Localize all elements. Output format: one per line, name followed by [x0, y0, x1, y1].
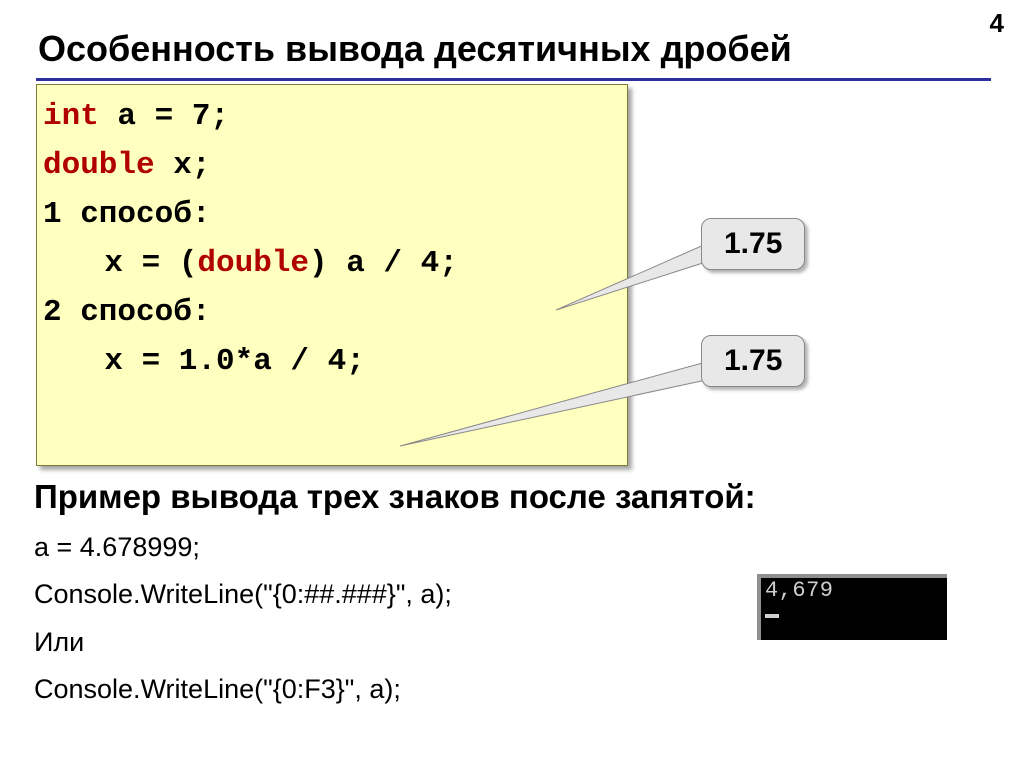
keyword-double: double — [43, 148, 155, 183]
code-line-3: 1 способ: — [43, 191, 619, 240]
example-subtitle: Пример вывода трех знаков после запятой: — [34, 478, 756, 516]
title-underline — [36, 78, 991, 81]
result-bubble-1: 1.75 — [701, 218, 805, 270]
console-cursor — [765, 614, 779, 618]
slide-title: Особенность вывода десятичных дробей — [38, 28, 792, 70]
code-text: x = ( — [104, 246, 197, 281]
code-line-4: x = (double) a / 4; — [43, 240, 619, 289]
slide: 4 Особенность вывода десятичных дробей i… — [0, 0, 1024, 767]
example-line-4: Console.WriteLine("{0:F3}", a); — [34, 666, 452, 713]
result-bubble-2: 1.75 — [701, 335, 805, 387]
code-text: a = 7; — [99, 99, 229, 134]
code-text: x = 1.0*a / 4; — [104, 344, 364, 379]
example-line-3: Или — [34, 619, 452, 666]
console-text: 4,679 — [761, 578, 947, 602]
code-text: ) a / 4; — [309, 246, 458, 281]
code-line-5: 2 способ: — [43, 289, 619, 338]
console-output: 4,679 — [757, 574, 947, 640]
code-text: x; — [155, 148, 211, 183]
code-line-6: x = 1.0*a / 4; — [43, 338, 619, 387]
keyword-int: int — [43, 99, 99, 134]
example-line-1: a = 4.678999; — [34, 524, 452, 571]
code-line-2: double x; — [43, 142, 619, 191]
code-block: int a = 7; double x; 1 способ: x = (doub… — [36, 84, 628, 466]
page-number: 4 — [990, 8, 1004, 39]
code-line-1: int a = 7; — [43, 93, 619, 142]
example-block: a = 4.678999; Console.WriteLine("{0:##.#… — [34, 524, 452, 713]
keyword-double-cast: double — [197, 246, 309, 281]
example-line-2: Console.WriteLine("{0:##.###}", a); — [34, 571, 452, 618]
